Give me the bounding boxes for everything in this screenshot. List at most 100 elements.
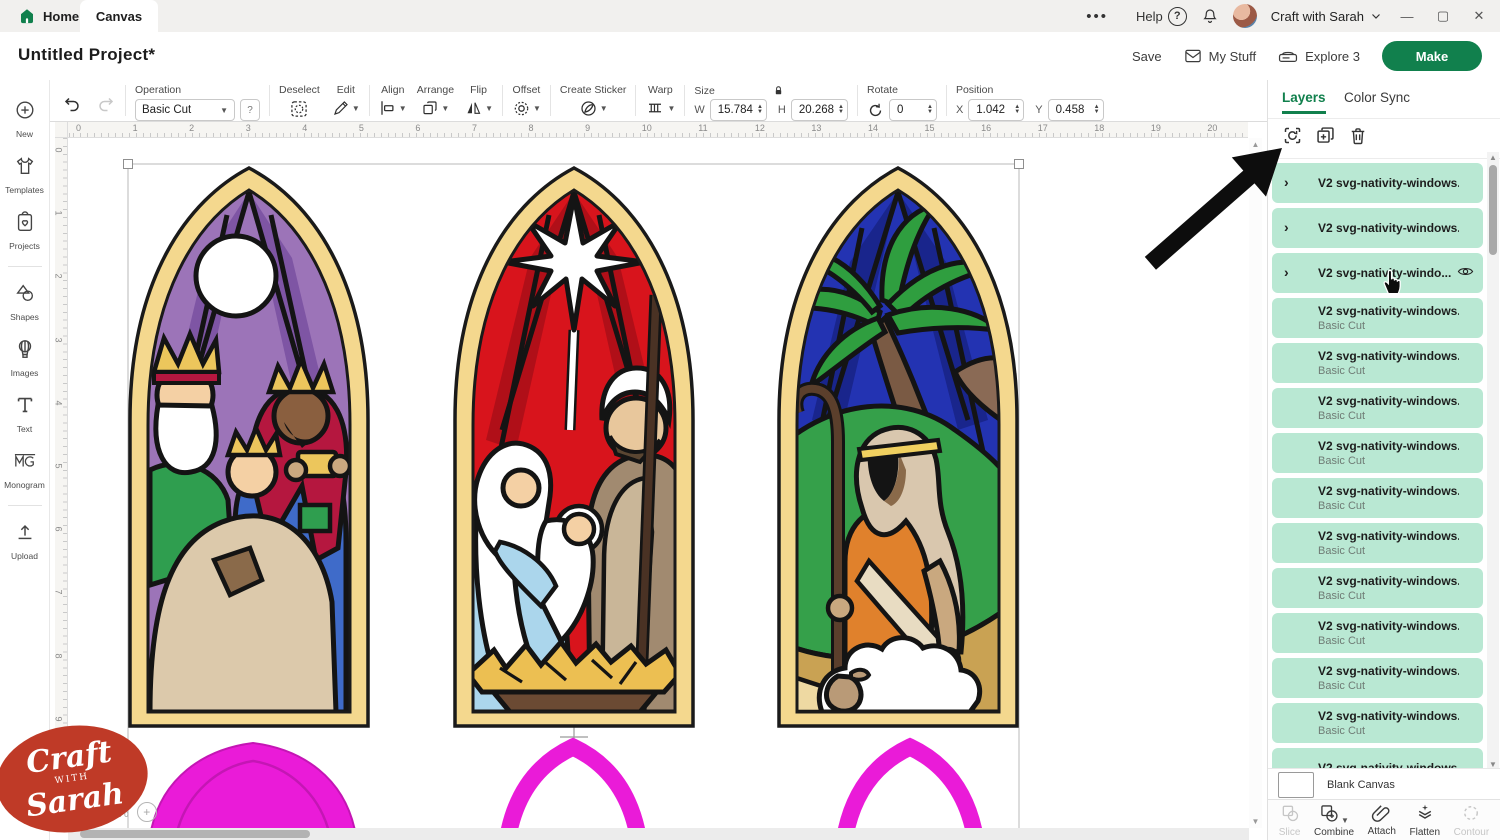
layer-row[interactable]: V2 svg-nativity-windows (1272, 748, 1483, 768)
layers-scrollbar[interactable]: ▲ ▼ (1487, 152, 1499, 770)
layer-row[interactable]: V2 svg-nativity-windows...Basic Cut (1272, 658, 1483, 698)
scrollbar-thumb[interactable] (1489, 165, 1497, 255)
magenta-arch-filled[interactable] (150, 743, 356, 828)
height-input[interactable]: 20.268 ▲▼ (791, 99, 848, 121)
rotate-icon[interactable] (867, 102, 884, 119)
sidebar-item-text[interactable]: Text (0, 387, 50, 441)
attach-button[interactable]: Attach (1368, 804, 1396, 837)
sidebar-item-templates[interactable]: Templates (0, 148, 50, 202)
deselect-label: Deselect (279, 84, 320, 96)
sidebar-item-projects[interactable]: Projects (0, 204, 50, 258)
edit-button[interactable]: ▼ (332, 99, 360, 117)
layer-row[interactable]: V2 svg-nativity-windows...Basic Cut (1272, 613, 1483, 653)
maximize-button[interactable]: ▢ (1432, 8, 1454, 24)
lock-aspect-icon[interactable] (772, 84, 785, 97)
more-menu-icon[interactable]: ••• (1086, 8, 1108, 25)
expand-chevron-icon[interactable]: › (1284, 264, 1289, 280)
magenta-arch-outline-1[interactable] (508, 747, 638, 828)
stepper-arrows-icon[interactable]: ▲▼ (838, 105, 844, 115)
notifications-bell-icon[interactable] (1201, 7, 1219, 25)
expand-chevron-icon[interactable]: › (1284, 174, 1289, 190)
width-input[interactable]: 15.784 ▲▼ (710, 99, 767, 121)
combine-button[interactable]: ▼Combine (1314, 803, 1354, 838)
blank-canvas-row[interactable]: Blank Canvas (1268, 768, 1500, 800)
deselect-button[interactable] (289, 99, 309, 119)
expand-chevron-icon[interactable]: › (1284, 219, 1289, 235)
delete-layer-icon[interactable] (1348, 126, 1368, 151)
offset-button[interactable]: ▼ (512, 99, 541, 118)
flip-button[interactable]: ▼ (464, 99, 493, 117)
layer-operation-label: Basic Cut (1318, 680, 1459, 692)
sidebar-item-images[interactable]: Images (0, 331, 50, 385)
undo-button[interactable] (62, 94, 82, 112)
visibility-eye-icon[interactable] (1457, 265, 1474, 283)
stained-glass-window-magi[interactable] (130, 168, 368, 726)
tab-color-sync[interactable]: Color Sync (1344, 90, 1410, 105)
position-x-input[interactable]: 1.042 ▲▼ (968, 99, 1024, 121)
canvas-artwork[interactable] (68, 138, 1248, 828)
tab-layers[interactable]: Layers (1282, 90, 1326, 105)
left-sidebar: NewTemplatesProjects ShapesImagesTextMono… (0, 80, 50, 840)
chevron-down-icon: ▼ (220, 106, 228, 115)
stained-glass-window-nativity[interactable] (455, 168, 694, 726)
redo-button[interactable] (96, 94, 116, 112)
canvas-color-swatch[interactable] (1278, 772, 1314, 798)
stepper-arrows-icon[interactable]: ▲▼ (927, 105, 933, 115)
stepper-arrows-icon[interactable]: ▲▼ (1094, 105, 1100, 115)
layer-group-row[interactable]: ›V2 svg-nativity-windows... (1272, 208, 1483, 248)
duplicate-icon[interactable] (1315, 125, 1336, 151)
warp-button[interactable]: ▼ (645, 99, 675, 117)
arrange-button[interactable]: ▼ (421, 99, 449, 117)
explore-machine-button[interactable]: Explore 3 (1278, 48, 1360, 64)
layer-row[interactable]: V2 svg-nativity-windows...Basic Cut (1272, 343, 1483, 383)
tab-canvas[interactable]: Canvas (80, 0, 158, 32)
operation-help-button[interactable]: ? (240, 99, 260, 121)
select-all-icon[interactable] (1282, 125, 1303, 151)
zoom-in-icon[interactable]: + (137, 802, 157, 822)
sidebar-item-new[interactable]: New (0, 92, 50, 146)
stained-glass-window-shepherd[interactable] (774, 168, 1020, 726)
chevron-down-icon: ▼ (1341, 816, 1349, 825)
sidebar-item-shapes[interactable]: Shapes (0, 275, 50, 329)
avatar[interactable] (1233, 4, 1257, 28)
help-button[interactable]: Help ? (1136, 7, 1187, 26)
sidebar-item-monogram[interactable]: Monogram (0, 443, 50, 497)
layer-group-row[interactable]: ›V2 svg-nativity-windows... (1272, 163, 1483, 203)
make-button[interactable]: Make (1382, 41, 1482, 71)
account-menu[interactable]: Craft with Sarah (1271, 9, 1382, 24)
templates-icon (14, 155, 36, 182)
rotate-input[interactable]: 0 ▲▼ (889, 99, 937, 121)
align-label: Align (381, 84, 404, 96)
warp-label: Warp (648, 84, 673, 96)
tab-home[interactable]: Home (10, 0, 87, 32)
position-y-input[interactable]: 0.458 ▲▼ (1048, 99, 1104, 121)
scrollbar-thumb[interactable] (80, 830, 310, 838)
layer-row[interactable]: V2 svg-nativity-windows...Basic Cut (1272, 388, 1483, 428)
layer-row[interactable]: V2 svg-nativity-windows...Basic Cut (1272, 478, 1483, 518)
layer-row[interactable]: V2 svg-nativity-windows...Basic Cut (1272, 703, 1483, 743)
create-sticker-button[interactable]: ▼ (579, 99, 608, 118)
operation-select[interactable]: Basic Cut ▼ (135, 99, 235, 121)
save-button[interactable]: Save (1132, 49, 1162, 64)
flatten-button[interactable]: Flatten (1409, 803, 1440, 838)
shapes-icon (14, 282, 36, 309)
my-stuff-button[interactable]: My Stuff (1184, 48, 1256, 64)
canvas-vertical-scrollbar[interactable]: ▲▼ (1249, 138, 1262, 828)
stepper-arrows-icon[interactable]: ▲▼ (1014, 105, 1020, 115)
close-button[interactable]: ✕ (1468, 8, 1490, 24)
layer-row[interactable]: V2 svg-nativity-windows...Basic Cut (1272, 433, 1483, 473)
sidebar-item-upload[interactable]: Upload (0, 514, 50, 568)
selection-handle-top-right[interactable] (1015, 160, 1024, 169)
layer-row[interactable]: V2 svg-nativity-windows...Basic Cut (1272, 568, 1483, 608)
selection-handle-top-left[interactable] (124, 160, 133, 169)
layers-panel: Layers Color Sync (1267, 80, 1500, 840)
flip-label: Flip (470, 84, 487, 96)
layer-row[interactable]: V2 svg-nativity-windows...Basic Cut (1272, 298, 1483, 338)
stepper-arrows-icon[interactable]: ▲▼ (757, 105, 763, 115)
magenta-arch-outline-2[interactable] (845, 747, 975, 828)
layer-group-row[interactable]: ›V2 svg-nativity-windo... (1272, 253, 1483, 293)
minimize-button[interactable]: — (1396, 9, 1418, 24)
align-button[interactable]: ▼ (379, 99, 407, 117)
canvas-horizontal-scrollbar[interactable] (68, 828, 1249, 840)
layer-row[interactable]: V2 svg-nativity-windows...Basic Cut (1272, 523, 1483, 563)
